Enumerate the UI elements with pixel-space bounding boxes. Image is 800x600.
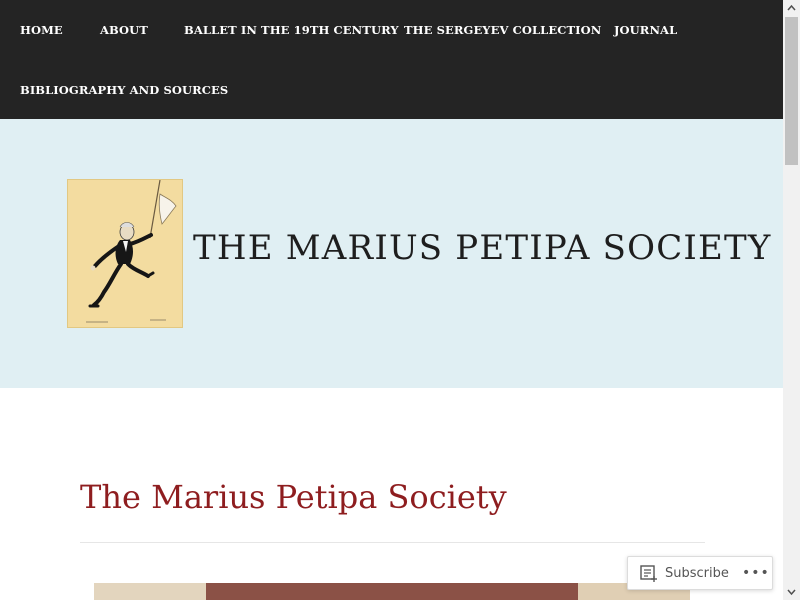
chevron-up-icon bbox=[787, 4, 796, 11]
nav-item-sergeyev-collection[interactable]: THE SERGEYEV COLLECTION bbox=[404, 23, 601, 37]
subscribe-button[interactable]: Subscribe bbox=[665, 566, 729, 582]
featured-image bbox=[94, 583, 690, 600]
site-title[interactable]: THE MARIUS PETIPA SOCIETY bbox=[193, 228, 772, 268]
nav-item-journal[interactable]: JOURNAL bbox=[614, 23, 677, 37]
page-title: The Marius Petipa Society bbox=[80, 478, 507, 516]
featured-image-left bbox=[94, 583, 206, 600]
caricature-dancer-icon bbox=[68, 180, 182, 327]
vertical-scrollbar[interactable] bbox=[783, 0, 800, 600]
title-divider bbox=[80, 542, 705, 543]
top-navigation: HOME ABOUT BALLET IN THE 19TH CENTURY TH… bbox=[0, 0, 783, 119]
reader-icon bbox=[640, 565, 657, 582]
more-options-button[interactable]: ••• bbox=[742, 566, 770, 580]
scroll-up-arrow[interactable] bbox=[783, 0, 800, 17]
scrollbar-thumb[interactable] bbox=[785, 17, 798, 165]
site-logo[interactable] bbox=[67, 179, 183, 328]
nav-item-bibliography-sources[interactable]: BIBLIOGRAPHY AND SOURCES bbox=[20, 83, 228, 97]
scroll-down-arrow[interactable] bbox=[783, 583, 800, 600]
subscribe-bar[interactable]: Subscribe ••• bbox=[627, 556, 773, 590]
featured-image-center bbox=[206, 583, 578, 600]
chevron-down-icon bbox=[787, 589, 796, 596]
nav-item-about[interactable]: ABOUT bbox=[100, 23, 148, 37]
nav-item-ballet-19th-century[interactable]: BALLET IN THE 19TH CENTURY bbox=[184, 23, 399, 37]
nav-item-home[interactable]: HOME bbox=[20, 23, 63, 37]
